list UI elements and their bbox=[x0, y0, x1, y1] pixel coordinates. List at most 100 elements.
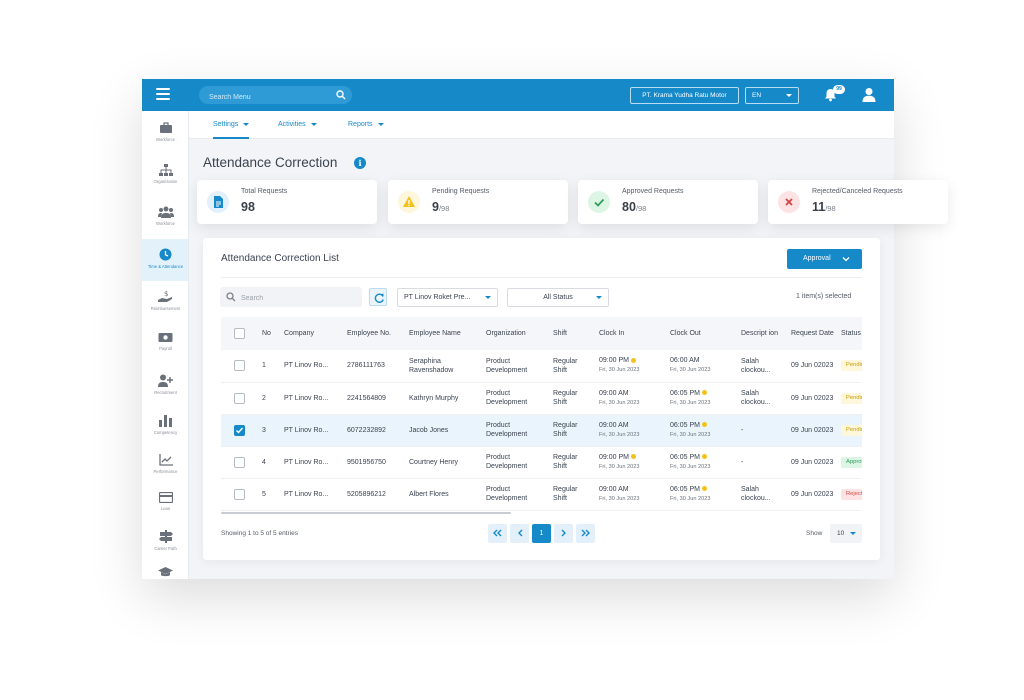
top-bar: PT. Krama Yudha Ratu Motor EN 99 bbox=[142, 79, 894, 111]
select-all-checkbox[interactable] bbox=[234, 328, 245, 339]
clock-in-time: 09:00 PM bbox=[599, 357, 629, 365]
chevron-down-icon bbox=[310, 122, 317, 126]
cell-organization: Product Development bbox=[483, 382, 550, 415]
sidebar-item-workforce-people[interactable]: Workforce bbox=[142, 197, 188, 239]
sidebar-item-payroll[interactable]: Payroll bbox=[142, 323, 188, 365]
org-chart-icon bbox=[158, 164, 173, 176]
next-page-button[interactable] bbox=[554, 524, 573, 543]
cell-employee-no: 2786111763 bbox=[344, 350, 406, 383]
row-checkbox[interactable] bbox=[234, 392, 245, 404]
sidebar-item-recruitment[interactable]: Recruitment bbox=[142, 365, 188, 407]
warning-dot-icon bbox=[701, 390, 707, 396]
refresh-button[interactable] bbox=[369, 288, 387, 306]
first-page-button[interactable] bbox=[488, 524, 507, 543]
cell-company: PT Linov Ro... bbox=[281, 478, 344, 511]
header-description[interactable]: Descript ion bbox=[738, 317, 788, 350]
people-icon bbox=[157, 206, 174, 218]
tab-reports[interactable]: Reports bbox=[348, 111, 384, 139]
info-icon[interactable]: i bbox=[354, 157, 366, 169]
language-selector[interactable]: EN bbox=[745, 87, 799, 104]
clock-in-date: Fri, 30 Jun 2023 bbox=[599, 495, 640, 502]
status-badge: Pending bbox=[841, 392, 862, 404]
header-employee-no[interactable]: Employee No. bbox=[344, 317, 406, 350]
clock-in-time: 09:00 AM bbox=[599, 485, 629, 493]
cell-company: PT Linov Ro... bbox=[281, 350, 344, 383]
sub-navigation: Settings Activities Reports bbox=[189, 111, 894, 139]
card-title: Total Requests bbox=[241, 188, 288, 195]
cell-clock-out: 06:05 PM Fri, 30 Jun 2023 bbox=[667, 478, 738, 511]
page-button-current[interactable]: 1 bbox=[532, 524, 551, 543]
status-filter[interactable]: All Status bbox=[507, 288, 609, 307]
sidebar-item-competency[interactable]: Competency bbox=[142, 406, 188, 448]
table-row[interactable]: 3 PT Linov Ro... 6072232892 Jacob Jones Prod… bbox=[221, 414, 862, 447]
row-select-cell bbox=[221, 478, 259, 511]
tab-settings[interactable]: Settings bbox=[213, 111, 250, 139]
approved-requests-total: /98 bbox=[635, 204, 647, 213]
sidebar-item-label: Career Path bbox=[154, 546, 177, 551]
approval-button[interactable]: Approval bbox=[787, 249, 862, 269]
sidebar-item-label: Performance bbox=[153, 469, 178, 474]
row-checkbox[interactable] bbox=[234, 424, 245, 436]
cell-company: PT Linov Ro... bbox=[281, 414, 344, 447]
sidebar-item-workforce[interactable]: Workforce bbox=[142, 113, 188, 155]
header-employee-name[interactable]: Employee Name bbox=[406, 317, 483, 350]
signpost-icon bbox=[158, 530, 173, 543]
cell-shift: Regular Shift bbox=[550, 414, 596, 447]
row-select-cell bbox=[221, 350, 259, 383]
cell-clock-out: 06:05 PM Fri, 30 Jun 2023 bbox=[667, 414, 738, 447]
warning-dot-icon bbox=[701, 454, 707, 460]
header-clock-in[interactable]: Clock In bbox=[596, 317, 667, 350]
warning-dot-icon bbox=[701, 486, 707, 492]
tab-activities[interactable]: Activities bbox=[278, 111, 317, 139]
company-filter[interactable]: PT Linov Roket Pre... bbox=[397, 288, 498, 307]
hamburger-menu-icon[interactable] bbox=[156, 88, 170, 102]
search-icon[interactable] bbox=[336, 90, 346, 100]
sidebar-item-label: Loan bbox=[160, 506, 171, 511]
page-size-select[interactable]: 10 bbox=[830, 524, 862, 543]
cell-employee-no: 9501956750 bbox=[344, 446, 406, 479]
user-icon[interactable] bbox=[862, 87, 876, 102]
table-row[interactable]: 2 PT Linov Ro... 2241564809 Kathryn Murphy P… bbox=[221, 382, 862, 415]
sidebar-item-organization[interactable]: Organization bbox=[142, 155, 188, 197]
selected-count: 1 item(s) selected bbox=[796, 293, 852, 300]
chevron-down-icon bbox=[786, 94, 792, 97]
sidebar-item-learning[interactable] bbox=[142, 557, 188, 579]
row-checkbox[interactable] bbox=[234, 456, 245, 468]
company-selector[interactable]: PT. Krama Yudha Ratu Motor bbox=[630, 87, 739, 104]
horizontal-scrollbar[interactable] bbox=[221, 512, 511, 514]
card-icon bbox=[158, 492, 173, 503]
header-company[interactable]: Company bbox=[281, 317, 344, 350]
header-shift[interactable]: Shift bbox=[550, 317, 596, 350]
search-menu-input[interactable] bbox=[199, 88, 319, 107]
cell-clock-out: 06:05 PM Fri, 30 Jun 2023 bbox=[667, 446, 738, 479]
cell-employee-name: Seraphina Ravenshadow bbox=[406, 350, 483, 383]
cell-shift: Regular Shift bbox=[550, 382, 596, 415]
row-select-cell bbox=[221, 382, 259, 415]
sidebar-item-reimbursement[interactable]: $ Reimbursement bbox=[142, 281, 188, 323]
card-title: Rejected/Canceled Requests bbox=[812, 188, 903, 195]
table-search-input[interactable] bbox=[220, 288, 360, 309]
table-row[interactable]: 4 PT Linov Ro... 9501956750 Courtney Henry P… bbox=[221, 446, 862, 479]
table-row[interactable]: 1 PT Linov Ro... 2786111763 Seraphina Raven… bbox=[221, 350, 862, 383]
clock-out-date: Fri, 30 Jun 2023 bbox=[670, 367, 711, 374]
table-row[interactable]: 5 PT Linov Ro... 5205896212 Albert Flores Pr… bbox=[221, 478, 862, 511]
sidebar-item-time-attendance[interactable]: Time & Attendance bbox=[142, 239, 188, 281]
header-status[interactable]: Status bbox=[838, 317, 862, 350]
chevron-down-icon bbox=[485, 296, 491, 299]
header-request-date[interactable]: Request Date bbox=[788, 317, 838, 350]
header-clock-out[interactable]: Clock Out bbox=[667, 317, 738, 350]
clock-in-time: 09:00 AM bbox=[599, 389, 629, 397]
status-badge: Rejected bbox=[841, 488, 862, 500]
sidebar-item-performance[interactable]: Performance bbox=[142, 445, 188, 487]
row-checkbox[interactable] bbox=[234, 488, 245, 500]
cell-no: 2 bbox=[259, 382, 281, 415]
sidebar-item-label: Competency bbox=[153, 430, 178, 435]
card-title: Pending Requests bbox=[432, 188, 490, 195]
header-no[interactable]: No bbox=[259, 317, 281, 350]
row-checkbox[interactable] bbox=[234, 360, 245, 372]
prev-page-button[interactable] bbox=[510, 524, 529, 543]
sidebar-item-loan[interactable]: Loan bbox=[142, 483, 188, 525]
card-value: 11/98 bbox=[812, 200, 836, 214]
header-organization[interactable]: Organization bbox=[483, 317, 550, 350]
last-page-button[interactable] bbox=[576, 524, 595, 543]
